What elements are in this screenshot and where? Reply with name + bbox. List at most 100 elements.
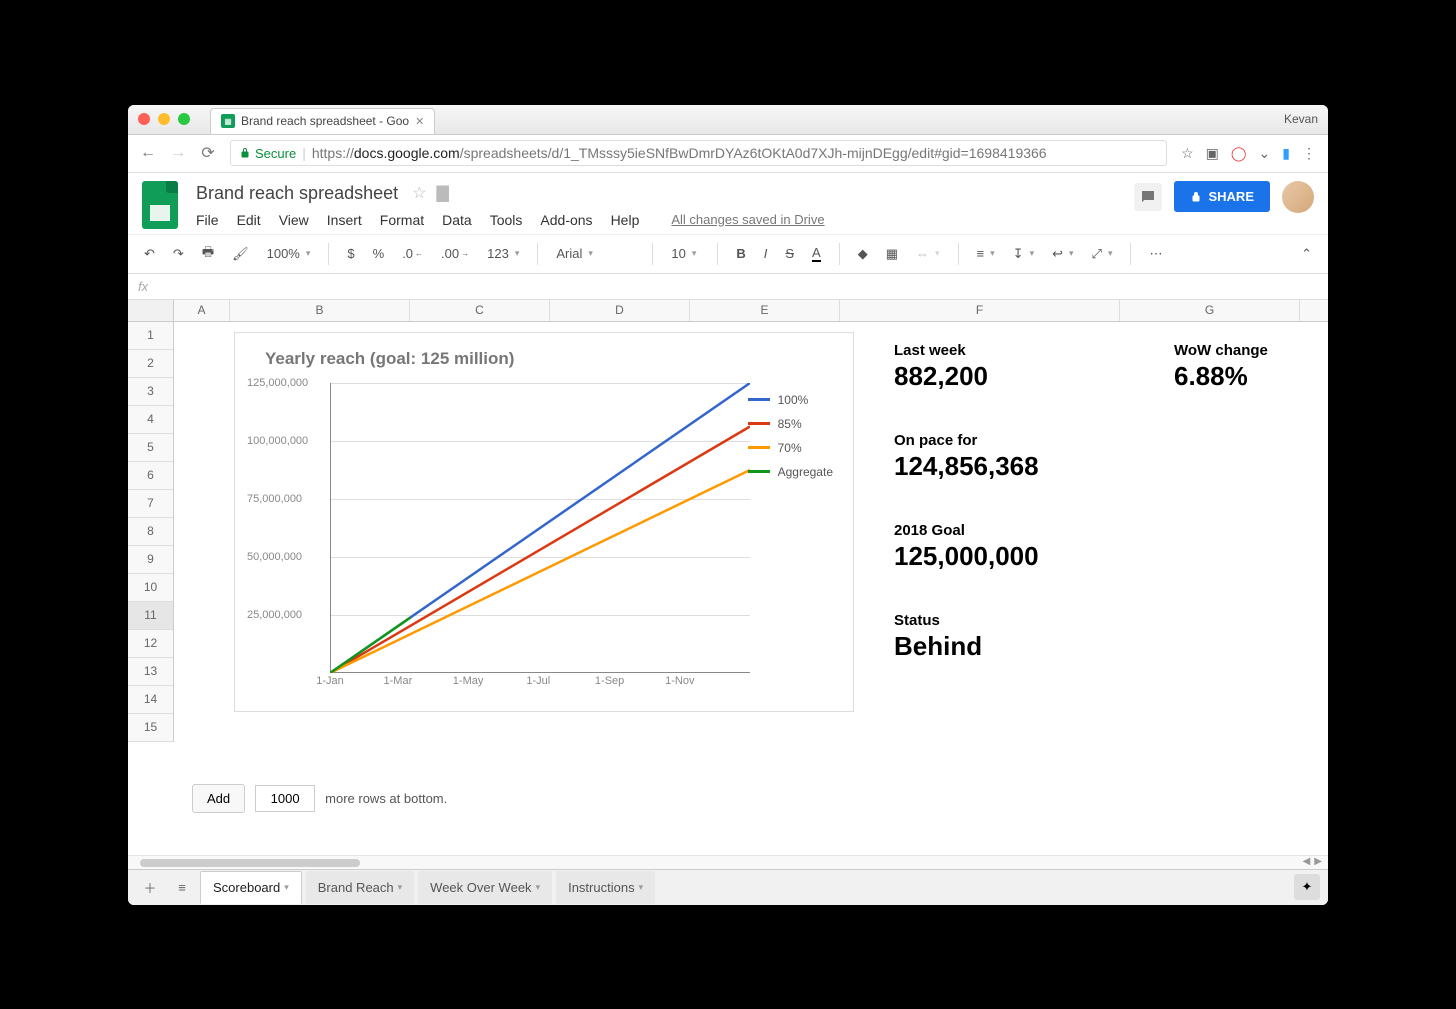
row-header-14[interactable]: 14: [128, 686, 173, 714]
explore-icon[interactable]: ✦: [1294, 874, 1320, 900]
spreadsheet-grid[interactable]: ABCDEFG 123456789101112131415 Yearly rea…: [128, 300, 1328, 855]
row-header-4[interactable]: 4: [128, 406, 173, 434]
vertical-align-icon[interactable]: ↧: [1007, 242, 1040, 266]
menu-data[interactable]: Data: [442, 212, 472, 228]
star-doc-icon[interactable]: ☆: [412, 183, 426, 203]
menu-add-ons[interactable]: Add-ons: [540, 212, 592, 228]
menu-help[interactable]: Help: [611, 212, 640, 228]
italic-button[interactable]: I: [758, 242, 774, 265]
row-header-7[interactable]: 7: [128, 490, 173, 518]
sheet-tab-menu-icon[interactable]: ▾: [284, 882, 289, 893]
zoom-dropdown[interactable]: 100%: [261, 242, 317, 265]
redo-icon[interactable]: ↷: [167, 242, 190, 266]
buffer-ext-icon[interactable]: ▮: [1282, 145, 1290, 162]
col-header-B[interactable]: B: [230, 300, 410, 321]
star-icon[interactable]: ☆: [1181, 145, 1194, 162]
col-header-C[interactable]: C: [410, 300, 550, 321]
text-color-button[interactable]: A: [806, 241, 827, 266]
browser-profile[interactable]: Kevan: [1284, 112, 1318, 126]
menu-insert[interactable]: Insert: [327, 212, 362, 228]
row-header-3[interactable]: 3: [128, 378, 173, 406]
row-header-9[interactable]: 9: [128, 546, 173, 574]
cast-icon[interactable]: ▣: [1206, 145, 1219, 162]
menu-format[interactable]: Format: [380, 212, 424, 228]
avatar[interactable]: [1282, 181, 1314, 213]
close-window-icon[interactable]: [138, 113, 150, 125]
text-wrap-icon[interactable]: ↩: [1046, 242, 1079, 266]
browser-actions: ☆ ▣ ◯ ⌄ ▮ ⋮: [1181, 145, 1316, 162]
menu-file[interactable]: File: [196, 212, 219, 228]
percent-button[interactable]: %: [367, 242, 391, 265]
comments-icon[interactable]: [1134, 183, 1162, 211]
sheet-tab-menu-icon[interactable]: ▾: [398, 882, 403, 893]
sheet-tab-brand-reach[interactable]: Brand Reach▾: [306, 871, 414, 904]
font-dropdown[interactable]: Arial: [550, 242, 640, 265]
text-rotate-icon[interactable]: ⤢: [1086, 242, 1119, 266]
add-rows-button[interactable]: Add: [192, 784, 245, 813]
row-header-1[interactable]: 1: [128, 322, 173, 350]
sheet-tab-menu-icon[interactable]: ▾: [536, 882, 541, 893]
menu-edit[interactable]: Edit: [237, 212, 261, 228]
row-header-8[interactable]: 8: [128, 518, 173, 546]
minimize-window-icon[interactable]: [158, 113, 170, 125]
chart-yearly-reach[interactable]: Yearly reach (goal: 125 million) 100%85%…: [234, 332, 854, 712]
undo-icon[interactable]: ↶: [138, 242, 161, 266]
paint-format-icon[interactable]: 🖌: [226, 242, 255, 266]
save-status[interactable]: All changes saved in Drive: [671, 212, 824, 228]
opera-ext-icon[interactable]: ◯: [1231, 145, 1247, 162]
col-header-E[interactable]: E: [690, 300, 840, 321]
all-sheets-icon[interactable]: ≡: [168, 880, 196, 895]
maximize-window-icon[interactable]: [178, 113, 190, 125]
row-header-15[interactable]: 15: [128, 714, 173, 742]
sheets-logo-icon[interactable]: [142, 181, 178, 229]
sheet-tab-week-over-week[interactable]: Week Over Week▾: [418, 871, 552, 904]
back-icon[interactable]: ←: [140, 144, 156, 162]
merge-cells-icon[interactable]: ⇔: [910, 242, 946, 265]
sheet-tab-menu-icon[interactable]: ▾: [639, 882, 644, 893]
add-sheet-icon[interactable]: ＋: [136, 878, 164, 897]
chrome-menu-icon[interactable]: ⋮: [1302, 145, 1316, 162]
share-button[interactable]: SHARE: [1174, 181, 1270, 212]
row-header-11[interactable]: 11: [128, 602, 173, 630]
horizontal-scrollbar[interactable]: ◀▶: [128, 855, 1328, 869]
menu-view[interactable]: View: [279, 212, 309, 228]
fill-color-icon[interactable]: ◆: [852, 242, 874, 266]
horizontal-align-icon[interactable]: ≡: [971, 242, 1001, 265]
reload-icon[interactable]: ⟳: [200, 143, 216, 163]
number-format-dropdown[interactable]: 123: [481, 242, 525, 265]
currency-button[interactable]: $: [341, 242, 360, 265]
cells-area[interactable]: Yearly reach (goal: 125 million) 100%85%…: [174, 322, 1328, 742]
col-header-F[interactable]: F: [840, 300, 1120, 321]
col-header-G[interactable]: G: [1120, 300, 1300, 321]
more-tools-icon[interactable]: ⋯: [1143, 242, 1168, 266]
collapse-toolbar-icon[interactable]: ⌃: [1295, 242, 1318, 266]
increase-decimal-button[interactable]: .00→: [435, 242, 475, 265]
scrollbar-thumb[interactable]: [140, 859, 360, 867]
col-header-A[interactable]: A: [174, 300, 230, 321]
font-size-dropdown[interactable]: 10: [665, 242, 705, 265]
sheet-tab-scoreboard[interactable]: Scoreboard▾: [200, 871, 302, 904]
decrease-decimal-button[interactable]: .0←: [396, 242, 429, 265]
bold-button[interactable]: B: [730, 242, 751, 265]
row-header-2[interactable]: 2: [128, 350, 173, 378]
add-rows-input[interactable]: [255, 785, 315, 812]
browser-tab[interactable]: ▦ Brand reach spreadsheet - Goo ✕: [210, 108, 435, 134]
row-header-6[interactable]: 6: [128, 462, 173, 490]
col-header-D[interactable]: D: [550, 300, 690, 321]
row-header-5[interactable]: 5: [128, 434, 173, 462]
address-field[interactable]: Secure | https://docs.google.com/spreads…: [230, 140, 1167, 166]
select-all-cell[interactable]: [128, 300, 174, 321]
sheet-tab-instructions[interactable]: Instructions▾: [556, 871, 655, 904]
formula-bar[interactable]: fx: [128, 274, 1328, 300]
tab-close-icon[interactable]: ✕: [415, 115, 424, 128]
menu-tools[interactable]: Tools: [490, 212, 523, 228]
row-header-12[interactable]: 12: [128, 630, 173, 658]
pocket-ext-icon[interactable]: ⌄: [1259, 145, 1271, 162]
strikethrough-button[interactable]: S: [779, 242, 800, 265]
print-icon[interactable]: 🖶: [196, 239, 220, 269]
row-header-10[interactable]: 10: [128, 574, 173, 602]
borders-icon[interactable]: ▦: [880, 242, 904, 266]
move-folder-icon[interactable]: ▇: [436, 183, 448, 203]
doc-title[interactable]: Brand reach spreadsheet: [192, 181, 402, 206]
row-header-13[interactable]: 13: [128, 658, 173, 686]
